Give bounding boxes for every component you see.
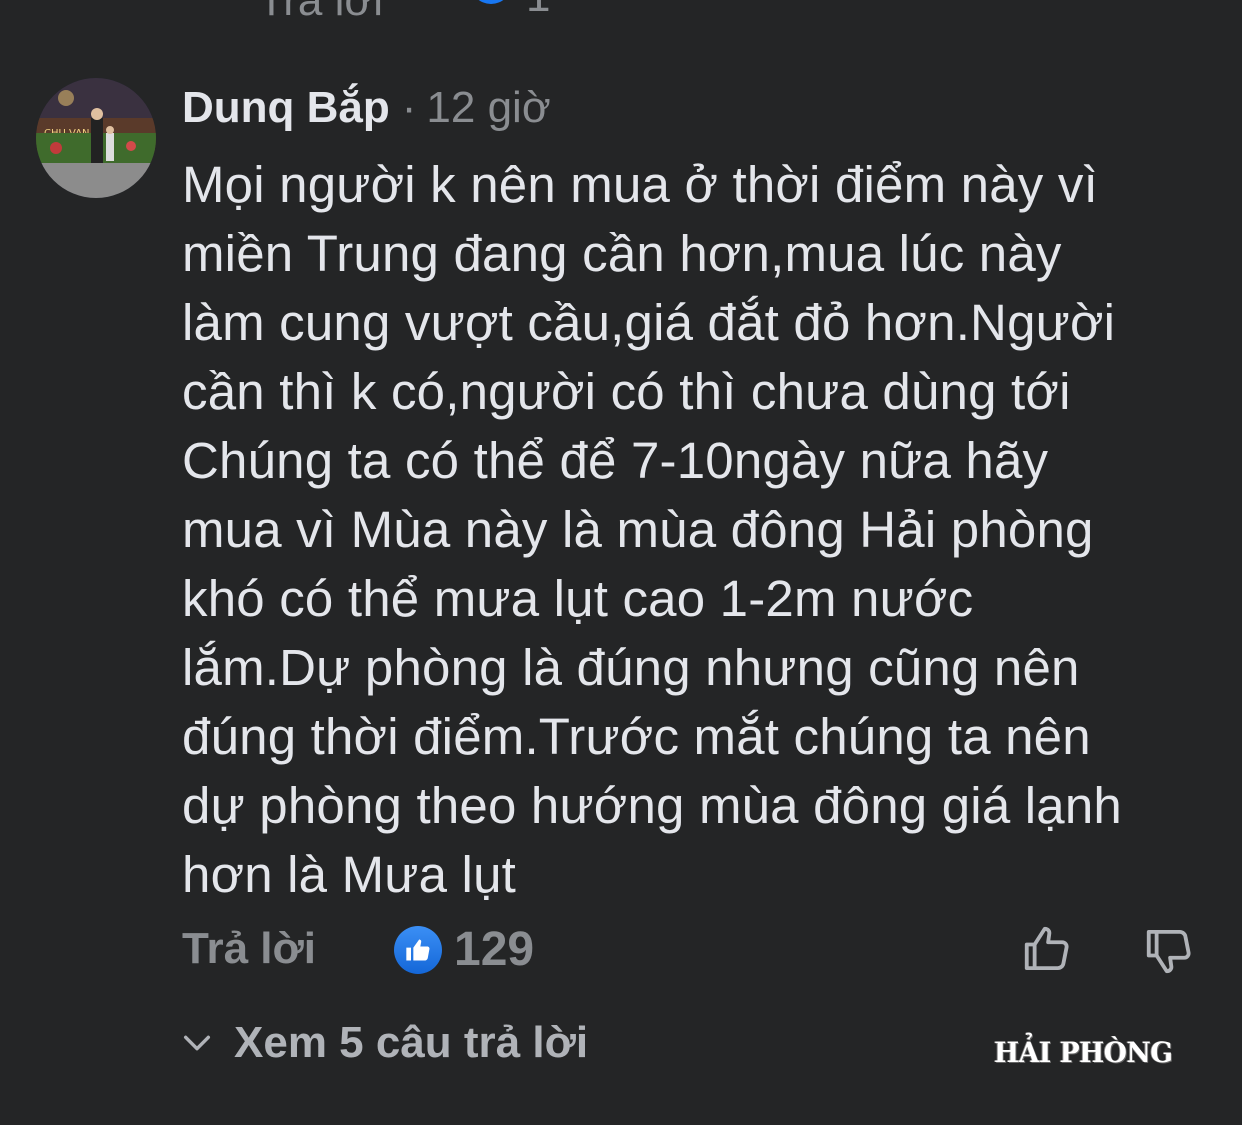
separator-dot: · (401, 83, 417, 132)
comment-line: khó có thể mưa lụt cao 1-2m nước (182, 570, 974, 627)
comment-line: Mọi người k nên mua ở thời điểm này vì (182, 156, 1098, 213)
previous-like-badge-icon (470, 0, 512, 4)
comment-line: lắm.Dự phòng là đúng nhưng cũng nên (182, 639, 1080, 696)
comment-body: Mọi người k nên mua ở thời điểm này vì m… (182, 150, 1232, 909)
reply-button[interactable]: Trả lời (182, 924, 316, 974)
comment-header: Dunq Bắp · 12 giờ (182, 80, 551, 136)
comment-line: làm cung vượt cầu,giá đắt đỏ hơn.Người (182, 294, 1116, 351)
chevron-down-icon (183, 1035, 211, 1051)
comment-line: dự phòng theo hướng mùa đông giá lạnh (182, 777, 1122, 834)
timestamp[interactable]: 12 giờ (426, 83, 550, 132)
thumbs-down-outline-icon[interactable] (1142, 924, 1196, 978)
comment-line: miền Trung đang cần hơn,mua lúc này (182, 225, 1062, 282)
thumbs-up-icon[interactable] (394, 926, 442, 974)
previous-comment-actions: Trả lời 1 (0, 0, 1242, 25)
watermark-logo: HẢI PHÒNG (994, 1036, 1173, 1069)
author-name[interactable]: Dunq Bắp (182, 83, 390, 132)
comment-line: cần thì k có,người có thì chưa dùng tới (182, 363, 1071, 420)
view-replies-label: Xem 5 câu trả lời (234, 1018, 589, 1067)
view-replies-link[interactable]: Xem 5 câu trả lời (180, 1018, 588, 1068)
previous-like-count: 1 (526, 0, 550, 22)
like-count[interactable]: 129 (454, 922, 534, 977)
comment-actions: Trả lời 129 (182, 920, 1212, 980)
comment-line: Chúng ta có thể để 7-10ngày nữa hãy (182, 432, 1049, 489)
comment-line: mua vì Mùa này là mùa đông Hải phòng (182, 501, 1094, 558)
comment-line: đúng thời điểm.Trước mắt chúng ta nên (182, 708, 1091, 765)
thumbs-up-outline-icon[interactable] (1020, 922, 1074, 976)
comment-line: hơn là Mưa lụt (182, 846, 517, 903)
previous-reply-button[interactable]: Trả lời (258, 0, 383, 26)
avatar[interactable]: CHU VAN (36, 78, 156, 198)
